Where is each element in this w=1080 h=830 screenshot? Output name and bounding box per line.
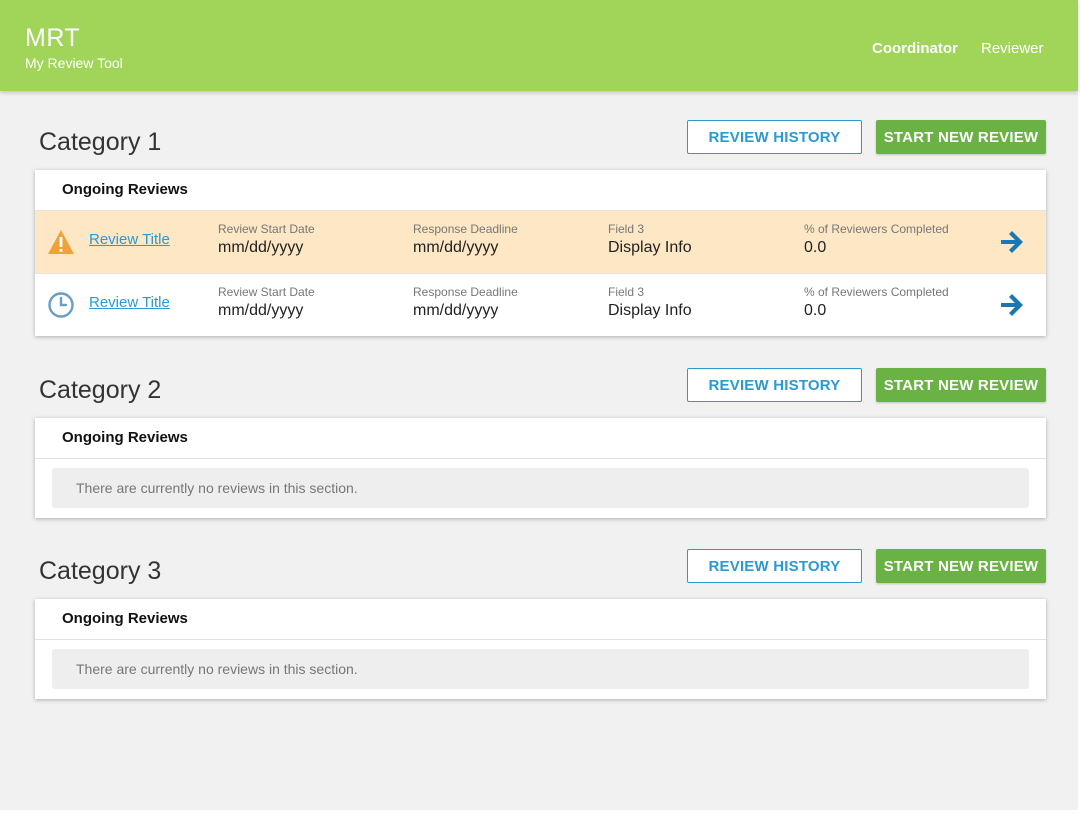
app-subtitle: My Review Tool xyxy=(25,55,123,71)
field-value: Display Info xyxy=(608,302,692,319)
field-label: Field 3 xyxy=(608,285,645,299)
review-start-date: Review Start Date mm/dd/yyyy xyxy=(218,222,315,257)
field-value: mm/dd/yyyy xyxy=(218,239,304,256)
field-label: Field 3 xyxy=(608,222,645,236)
ongoing-reviews-panel: Ongoing Reviews There are currently no r… xyxy=(35,418,1046,518)
warning-icon xyxy=(48,230,74,254)
empty-state-message: There are currently no reviews in this s… xyxy=(52,649,1029,689)
field-label: % of Reviewers Completed xyxy=(804,222,949,236)
field-label: % of Reviewers Completed xyxy=(804,285,949,299)
review-row: Review Title Review Start Date mm/dd/yyy… xyxy=(35,274,1046,336)
reviewers-completed: % of Reviewers Completed 0.0 xyxy=(804,222,949,257)
field-3: Field 3 Display Info xyxy=(608,285,692,320)
field-label: Response Deadline xyxy=(413,285,518,299)
response-deadline: Response Deadline mm/dd/yyyy xyxy=(413,285,518,320)
panel-title: Ongoing Reviews xyxy=(35,418,1046,459)
field-3: Field 3 Display Info xyxy=(608,222,692,257)
start-new-review-button[interactable]: START NEW REVIEW xyxy=(876,549,1046,583)
start-new-review-button[interactable]: START NEW REVIEW xyxy=(876,120,1046,154)
review-start-date: Review Start Date mm/dd/yyyy xyxy=(218,285,315,320)
review-history-button[interactable]: REVIEW HISTORY xyxy=(687,549,862,583)
panel-title: Ongoing Reviews xyxy=(35,599,1046,640)
field-value: mm/dd/yyyy xyxy=(218,302,304,319)
category-title: Category 2 xyxy=(39,376,162,404)
nav-reviewer[interactable]: Reviewer xyxy=(981,40,1044,57)
app-header: MRT My Review Tool Coordinator Reviewer xyxy=(0,0,1078,91)
review-row: Review Title Review Start Date mm/dd/yyy… xyxy=(35,211,1046,274)
field-label: Review Start Date xyxy=(218,285,315,299)
field-value: mm/dd/yyyy xyxy=(413,239,499,256)
start-new-review-button[interactable]: START NEW REVIEW xyxy=(876,368,1046,402)
ongoing-reviews-panel: Ongoing Reviews There are currently no r… xyxy=(35,599,1046,699)
nav-coordinator[interactable]: Coordinator xyxy=(872,40,958,57)
field-value: 0.0 xyxy=(804,239,827,256)
response-deadline: Response Deadline mm/dd/yyyy xyxy=(413,222,518,257)
field-value: Display Info xyxy=(608,239,692,256)
category-title: Category 3 xyxy=(39,557,162,585)
field-label: Review Start Date xyxy=(218,222,315,236)
review-title-link[interactable]: Review Title xyxy=(89,231,170,248)
ongoing-reviews-panel: Ongoing Reviews Review Title Review Star… xyxy=(35,170,1046,336)
review-title-link[interactable]: Review Title xyxy=(89,294,170,311)
field-value: 0.0 xyxy=(804,302,827,319)
category-title: Category 1 xyxy=(39,128,162,156)
clock-icon xyxy=(48,292,74,318)
reviewers-completed: % of Reviewers Completed 0.0 xyxy=(804,285,949,320)
arrow-right-icon[interactable] xyxy=(998,228,1026,256)
review-history-button[interactable]: REVIEW HISTORY xyxy=(687,120,862,154)
review-history-button[interactable]: REVIEW HISTORY xyxy=(687,368,862,402)
app-title: MRT xyxy=(25,24,81,52)
empty-state-message: There are currently no reviews in this s… xyxy=(52,468,1029,508)
field-value: mm/dd/yyyy xyxy=(413,302,499,319)
field-label: Response Deadline xyxy=(413,222,518,236)
arrow-right-icon[interactable] xyxy=(998,291,1026,319)
panel-title: Ongoing Reviews xyxy=(35,170,1046,211)
